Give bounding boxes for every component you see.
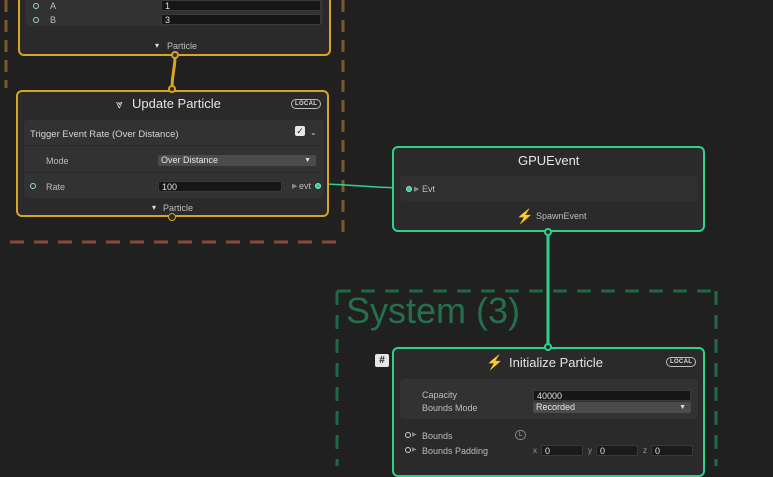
attr-b-field[interactable]: 3 [161,14,321,25]
output-flow-slot[interactable] [168,213,176,221]
block-title: Trigger Event Rate (Over Distance) [30,129,179,140]
expand-arrow-icon[interactable]: ▶ [412,446,417,453]
lightning-icon: ⚡ [486,354,504,370]
bounds-mode-value: Recorded [536,402,576,412]
port-arrow-icon: ▶ [292,183,298,190]
particle-icon: ⩔ [116,97,123,111]
capacity-field[interactable]: 40000 [533,390,691,401]
bounds-mode-dropdown[interactable]: Recorded ▼ [533,402,691,413]
attr-a-port[interactable] [33,3,39,9]
chevron-down-icon[interactable]: ⌄ [310,128,317,137]
update-particle-node[interactable]: ⩔ Update Particle LOCAL Trigger Event Ra… [16,90,329,217]
mode-dropdown[interactable]: Over Distance ▼ [158,155,316,166]
input-flow-slot[interactable] [168,85,176,93]
divider [24,172,324,173]
gpu-event-node[interactable]: GPUEvent ▶ Evt ⚡ SpawnEvent [392,146,705,232]
local-space-toggle[interactable]: L [515,430,527,440]
attr-a-label: A [50,1,57,11]
bounds-padding-port[interactable] [405,447,411,453]
spawn-event-label: SpawnEvent [536,211,587,221]
spawn-context-node[interactable]: A 1 B 3 ▾ Particle [18,0,331,56]
rate-port[interactable] [30,183,36,189]
capacity-settings-block[interactable]: Capacity 40000 Bounds Mode Recorded ▼ [400,379,698,419]
node-title: Update Particle [132,96,221,111]
attribute-block[interactable]: A 1 B 3 [26,0,323,26]
rate-field[interactable]: 100 [158,181,282,192]
evt-output-port[interactable] [315,183,321,189]
padding-x-label: x [533,446,537,455]
padding-y-label: y [588,446,592,455]
particle-icon: ▾ [155,41,160,50]
padding-z-field[interactable]: 0 [651,445,693,456]
attr-a-field[interactable]: 1 [161,0,321,11]
attr-b-port[interactable] [33,17,39,23]
local-space-badge[interactable]: LOCAL [666,357,697,367]
mode-value: Over Distance [161,155,219,165]
evt-output-label: evt [299,181,312,191]
bounds-label: Bounds [422,431,453,441]
bounds-block[interactable]: ▶ Bounds L ▶ Bounds Padding x 0 y 0 z 0 [400,423,698,461]
bounds-mode-label: Bounds Mode [422,403,478,413]
padding-y-field[interactable]: 0 [596,445,638,456]
node-title: Initialize Particle [509,355,603,370]
capacity-label: Capacity [422,390,458,400]
output-flow-label: Particle [167,41,198,51]
evt-input-label: Evt [422,184,436,194]
dropdown-arrow-icon: ▼ [304,157,311,164]
expand-arrow-icon[interactable]: ▶ [412,431,417,438]
port-arrow-icon: ▶ [414,186,420,193]
rate-label: Rate [46,182,66,192]
dropdown-arrow-icon: ▼ [679,404,686,411]
trigger-event-block[interactable]: Trigger Event Rate (Over Distance) ✓ ⌄ M… [24,120,324,198]
evt-input-port[interactable] [406,186,412,192]
spawn-event-output-slot[interactable] [544,228,552,236]
initialize-particle-node[interactable]: ⚡ Initialize Particle LOCAL Capacity 400… [392,347,705,477]
input-flow-label: Particle [163,203,194,213]
attr-b-label: B [50,15,57,25]
local-space-badge[interactable]: LOCAL [291,99,322,109]
output-flow-slot[interactable] [171,51,179,59]
bounds-padding-label: Bounds Padding [422,446,489,456]
padding-x-field[interactable]: 0 [541,445,583,456]
bounds-port[interactable] [405,432,411,438]
particle-icon: ▾ [152,203,157,212]
lightning-icon: ⚡ [516,208,534,224]
event-input-block[interactable]: ▶ Evt [400,176,698,201]
mode-label: Mode [46,156,69,166]
block-enable-checkbox[interactable]: ✓ [295,126,305,136]
node-title: GPUEvent [518,153,580,168]
initialize-input-slot[interactable] [544,343,552,351]
system-title[interactable]: System (3) [346,290,520,332]
padding-z-label: z [643,446,647,455]
hash-badge[interactable]: # [375,354,389,367]
divider [24,145,324,146]
